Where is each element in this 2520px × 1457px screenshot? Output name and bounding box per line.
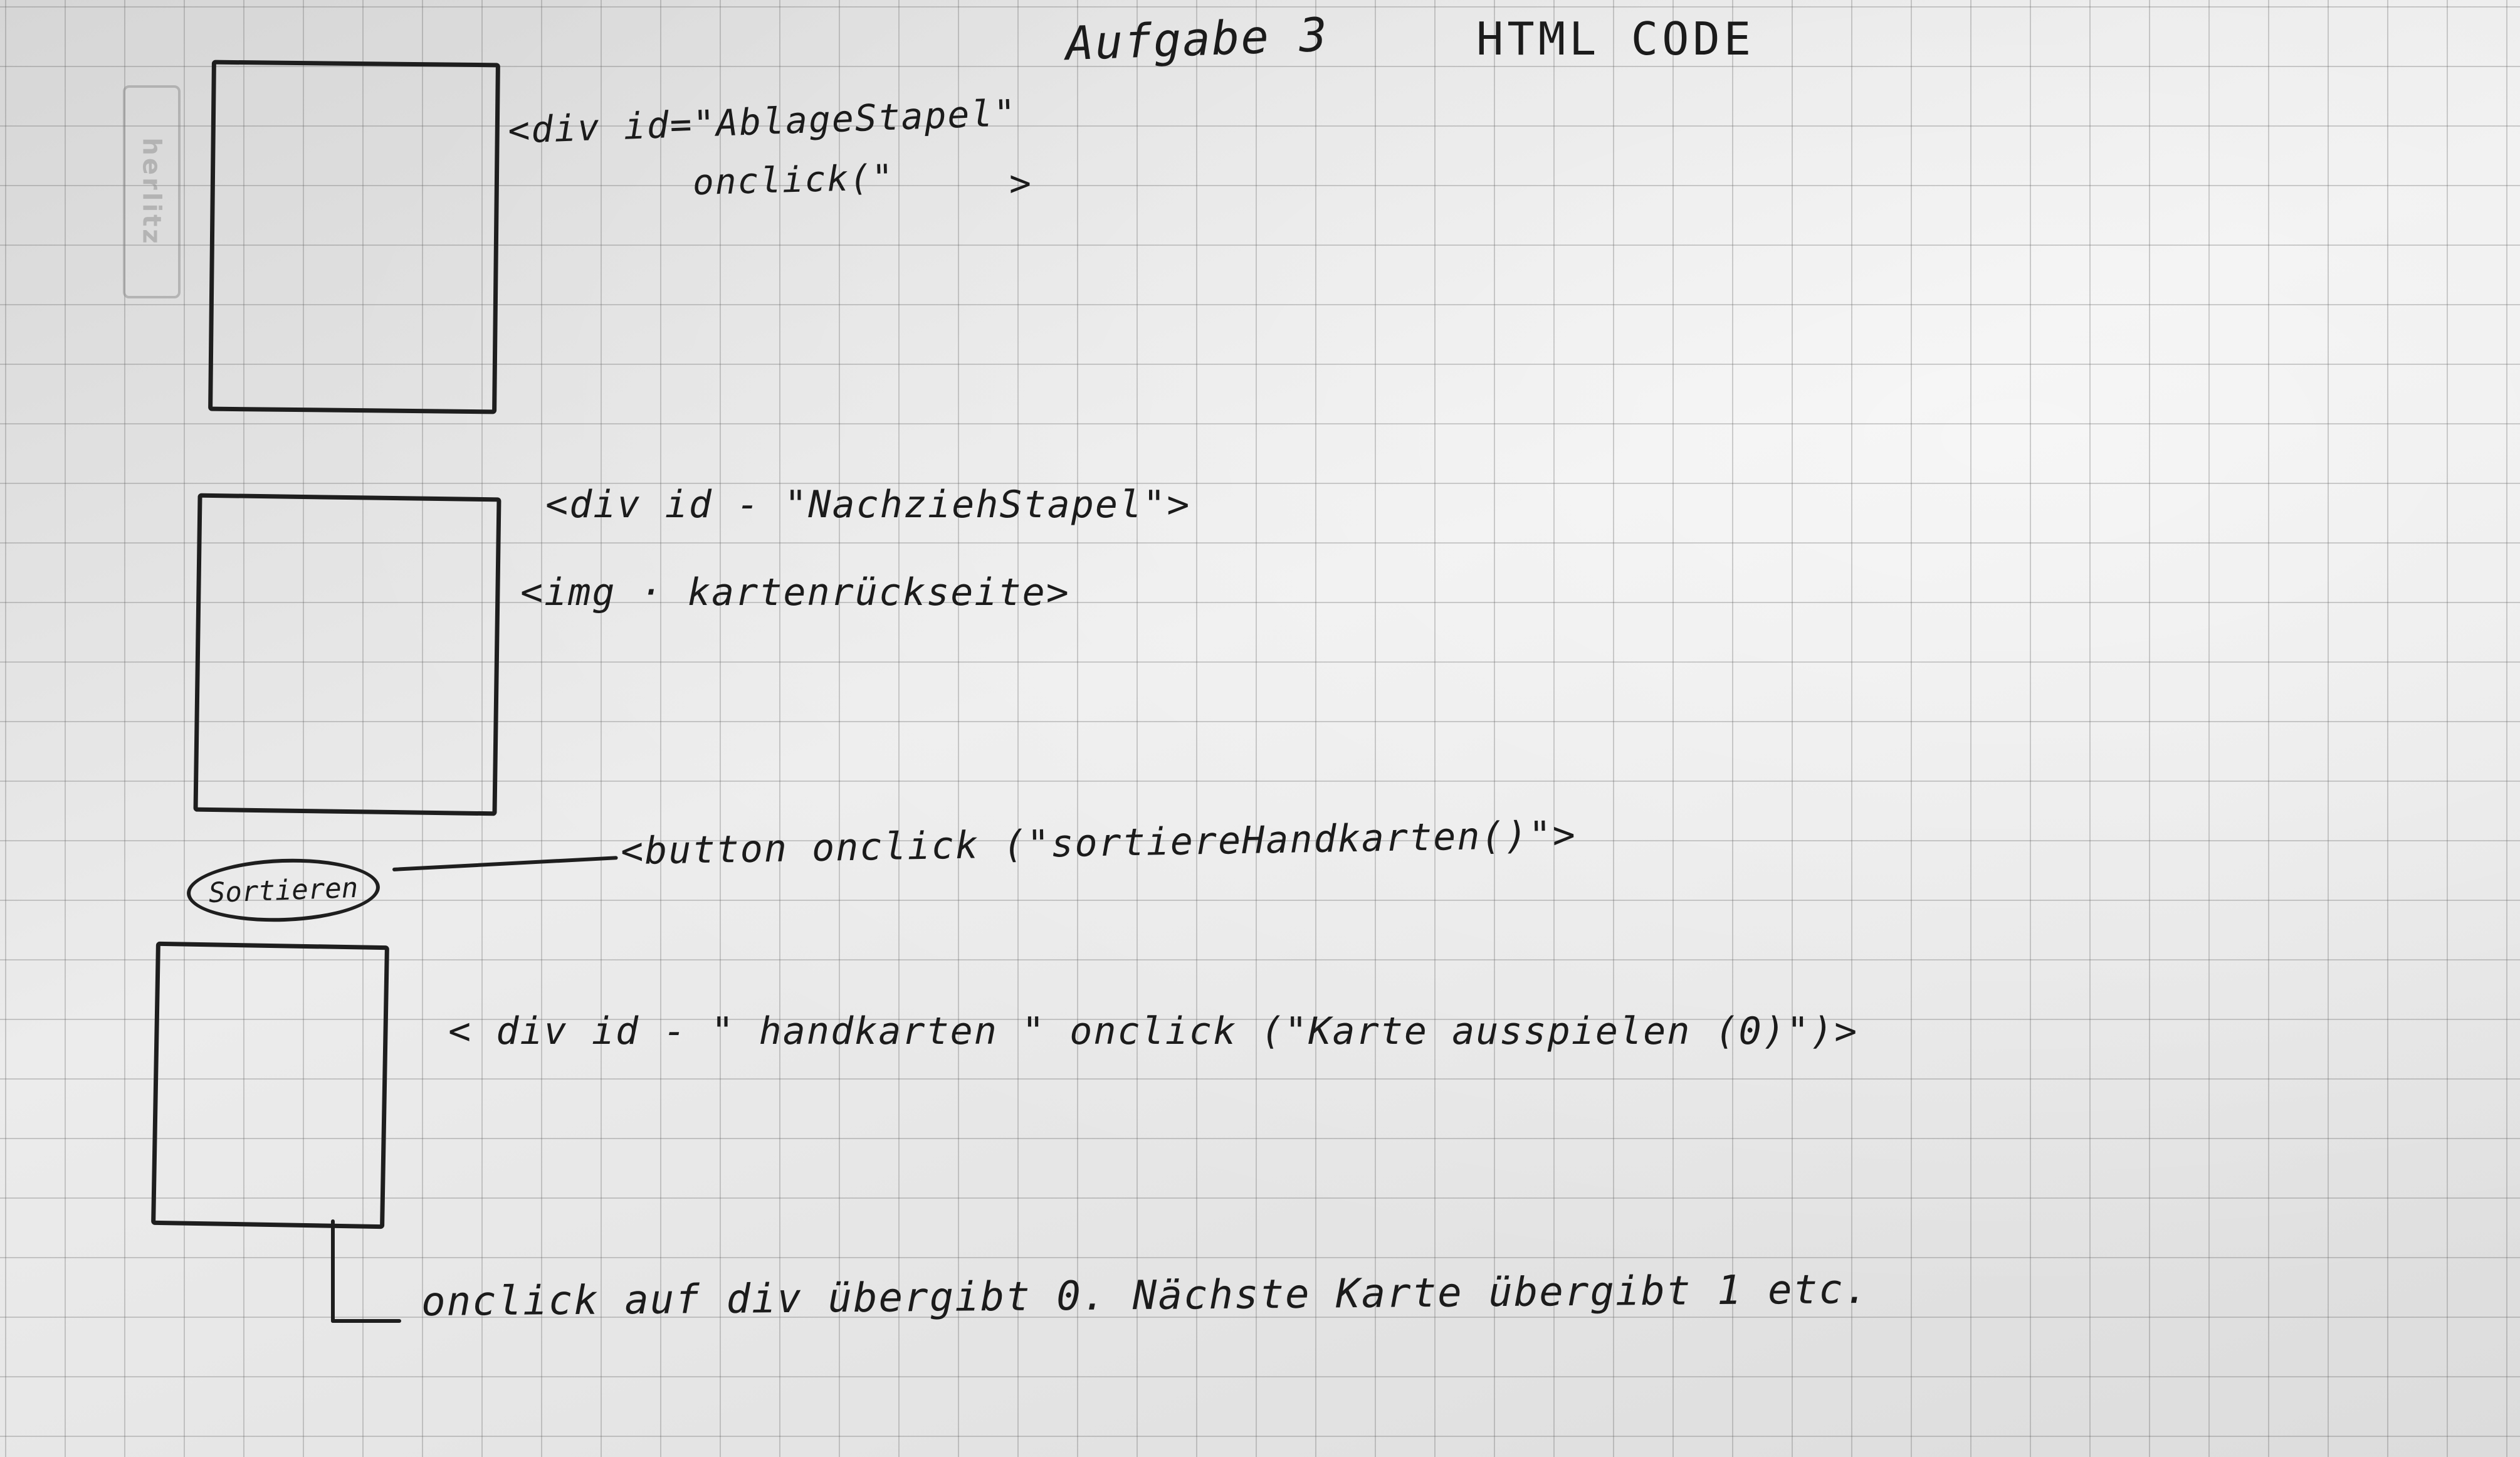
stamp-text: herlitz: [137, 137, 166, 246]
handkarten-connector-horizontal: [331, 1319, 401, 1323]
page-title: Aufgabe 3: [1064, 8, 1330, 71]
page-subtitle: HTML CODE: [1476, 13, 1755, 65]
handkarten-box: [151, 941, 389, 1229]
grid-paper-sheet: Aufgabe 3 HTML CODE herlitz <div id="Abl…: [0, 0, 2520, 1457]
ablagestapel-code-line2: onclick(": [692, 157, 895, 204]
ablagestapel-box: [208, 60, 500, 414]
sortieren-button-code-line: <button onclick ("sortiereHandkarten()">: [620, 813, 1577, 874]
handkarten-footer-note: onclick auf div übergibt 0. Nächste Kart…: [421, 1266, 1870, 1326]
nachziehstapel-box: [193, 493, 501, 816]
handkarten-code-line: < div id - " handkarten " onclick ("Kart…: [448, 1009, 1859, 1053]
nachziehstapel-code-line: <div id - "NachziehStapel">: [545, 483, 1191, 527]
ablagestapel-code-close: >: [1009, 162, 1032, 204]
sortieren-connector-line: [392, 856, 618, 871]
paper-brand-stamp: herlitz: [123, 85, 181, 298]
kartenrueckseite-img-line: <img · kartenrückseite>: [520, 571, 1070, 614]
sortieren-button[interactable]: Sortieren: [186, 855, 381, 925]
handkarten-connector-vertical: [331, 1219, 335, 1323]
ablagestapel-code-line1: <div id="AblageStapel": [507, 91, 1018, 152]
